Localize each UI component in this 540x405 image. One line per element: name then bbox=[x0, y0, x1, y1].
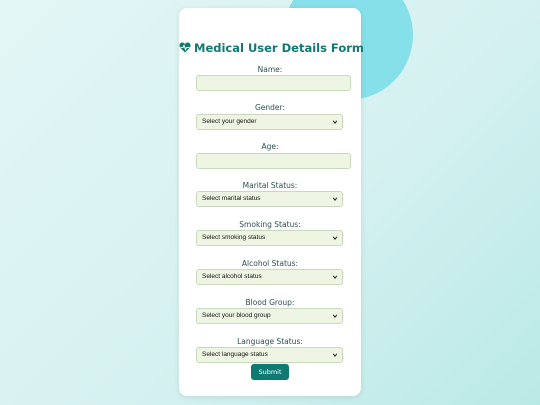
form-title-text: Medical User Details Form bbox=[194, 41, 364, 55]
language-status-select[interactable]: Select language status bbox=[196, 347, 343, 363]
chevron-down-icon bbox=[332, 197, 338, 201]
marital-status-select[interactable]: Select marital status bbox=[196, 191, 343, 207]
language-status-label: Language Status: bbox=[237, 337, 303, 346]
language-status-select-value: Select language status bbox=[202, 351, 268, 358]
chevron-down-icon bbox=[332, 120, 338, 124]
form-card: Medical User Details Form Name: Gender: … bbox=[179, 8, 364, 396]
age-label: Age: bbox=[261, 142, 279, 151]
smoking-status-label: Smoking Status: bbox=[239, 220, 301, 229]
name-input[interactable] bbox=[196, 75, 351, 91]
smoking-status-select[interactable]: Select smoking status bbox=[196, 230, 343, 246]
marital-status-select-value: Select marital status bbox=[202, 195, 261, 202]
alcohol-status-select[interactable]: Select alcohol status bbox=[196, 269, 343, 285]
age-input[interactable] bbox=[196, 153, 351, 169]
submit-button[interactable]: Submit bbox=[251, 364, 289, 380]
heart-pulse-icon bbox=[179, 42, 191, 53]
alcohol-status-label: Alcohol Status: bbox=[241, 259, 299, 268]
gender-select-value: Select your gender bbox=[202, 118, 257, 125]
gender-label: Gender: bbox=[254, 103, 286, 112]
blood-group-select[interactable]: Select your blood group bbox=[196, 308, 343, 324]
chevron-down-icon bbox=[332, 353, 338, 357]
chevron-down-icon bbox=[332, 236, 338, 240]
alcohol-status-select-value: Select alcohol status bbox=[202, 273, 262, 280]
smoking-status-select-value: Select smoking status bbox=[202, 234, 266, 241]
marital-status-label: Marital Status: bbox=[242, 181, 298, 190]
chevron-down-icon bbox=[332, 275, 338, 279]
gender-select[interactable]: Select your gender bbox=[196, 114, 343, 130]
blood-group-select-value: Select your blood group bbox=[202, 312, 271, 319]
blood-group-label: Blood Group: bbox=[245, 298, 295, 307]
name-label: Name: bbox=[257, 65, 283, 74]
chevron-down-icon bbox=[332, 314, 338, 318]
form-title: Medical User Details Form bbox=[179, 41, 364, 55]
